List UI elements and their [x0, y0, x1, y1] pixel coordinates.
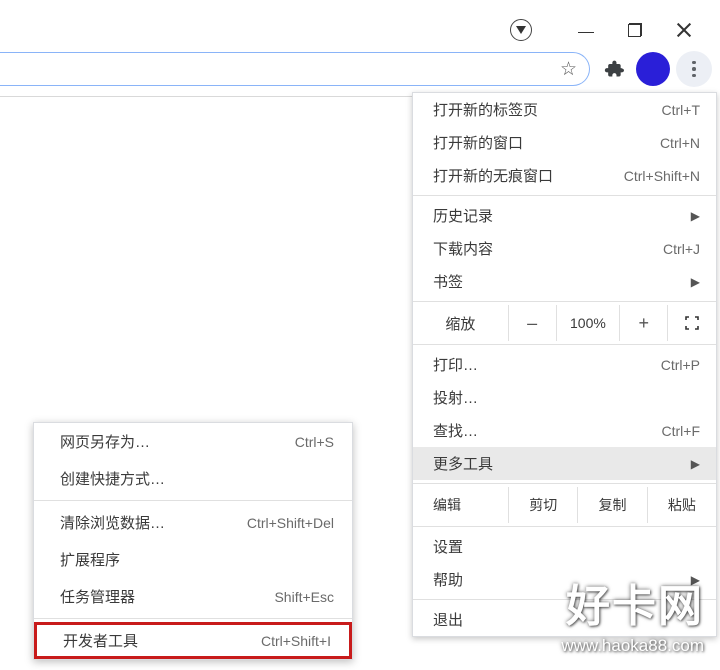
menu-label: 扩展程序	[60, 549, 334, 570]
submenu-dev-tools[interactable]: 开发者工具 Ctrl+Shift+I	[34, 622, 352, 659]
menu-label: 下载内容	[433, 238, 663, 259]
menu-shortcut: Ctrl+Shift+Del	[247, 515, 334, 531]
menu-separator	[34, 618, 352, 619]
menu-label: 打印…	[433, 354, 661, 375]
watermark: 好卡网 www.haoka88.com	[561, 570, 704, 656]
close-button[interactable]	[676, 22, 692, 38]
menu-label: 打开新的无痕窗口	[433, 165, 624, 186]
account-dropdown-icon[interactable]	[510, 19, 532, 41]
bookmark-star-icon[interactable]: ☆	[560, 58, 577, 81]
menu-shortcut: Ctrl+S	[295, 434, 334, 450]
menu-cast[interactable]: 投射…	[413, 381, 716, 414]
menu-new-tab[interactable]: 打开新的标签页 Ctrl+T	[413, 93, 716, 126]
menu-label: 清除浏览数据…	[60, 512, 247, 533]
browser-toolbar: ☆	[0, 49, 720, 89]
menu-find[interactable]: 查找… Ctrl+F	[413, 414, 716, 447]
menu-history[interactable]: 历史记录 ▶	[413, 199, 716, 232]
menu-label: 创建快捷方式…	[60, 468, 334, 489]
menu-label: 历史记录	[433, 205, 685, 226]
address-bar[interactable]: ☆	[0, 52, 590, 86]
submenu-create-shortcut[interactable]: 创建快捷方式…	[34, 460, 352, 497]
menu-separator	[413, 301, 716, 302]
menu-downloads[interactable]: 下载内容 Ctrl+J	[413, 232, 716, 265]
zoom-value: 100%	[557, 305, 621, 341]
edit-label: 编辑	[413, 487, 508, 523]
chrome-menu-button[interactable]	[676, 51, 712, 87]
menu-separator	[413, 344, 716, 345]
edit-paste[interactable]: 粘贴	[647, 487, 716, 523]
submenu-arrow-icon: ▶	[691, 275, 700, 289]
menu-separator	[413, 195, 716, 196]
menu-separator	[34, 500, 352, 501]
menu-label: 开发者工具	[63, 630, 261, 651]
menu-settings[interactable]: 设置	[413, 530, 716, 563]
window-controls	[400, 12, 720, 48]
menu-label: 投射…	[433, 387, 700, 408]
menu-bookmarks[interactable]: 书签 ▶	[413, 265, 716, 298]
extensions-icon[interactable]	[604, 59, 624, 79]
menu-label: 任务管理器	[60, 586, 274, 607]
submenu-arrow-icon: ▶	[691, 457, 700, 471]
menu-more-tools[interactable]: 更多工具 ▶	[413, 447, 716, 480]
fullscreen-button[interactable]	[668, 305, 716, 341]
watermark-url: www.haoka88.com	[561, 636, 704, 656]
submenu-clear-data[interactable]: 清除浏览数据… Ctrl+Shift+Del	[34, 504, 352, 541]
menu-new-window[interactable]: 打开新的窗口 Ctrl+N	[413, 126, 716, 159]
minimize-button[interactable]	[578, 32, 594, 34]
menu-shortcut: Ctrl+N	[660, 135, 700, 151]
menu-label: 打开新的窗口	[433, 132, 660, 153]
menu-shortcut: Ctrl+J	[663, 241, 700, 257]
menu-label: 网页另存为…	[60, 431, 295, 452]
menu-separator	[413, 526, 716, 527]
zoom-out-button[interactable]: –	[509, 305, 557, 341]
menu-print[interactable]: 打印… Ctrl+P	[413, 348, 716, 381]
menu-shortcut: Ctrl+Shift+N	[624, 168, 700, 184]
menu-label: 打开新的标签页	[433, 99, 662, 120]
edit-cut[interactable]: 剪切	[508, 487, 577, 523]
more-tools-submenu: 网页另存为… Ctrl+S 创建快捷方式… 清除浏览数据… Ctrl+Shift…	[33, 422, 353, 660]
menu-edit-row: 编辑 剪切 复制 粘贴	[413, 487, 716, 523]
submenu-save-as[interactable]: 网页另存为… Ctrl+S	[34, 423, 352, 460]
zoom-in-button[interactable]: +	[620, 305, 668, 341]
menu-shortcut: Ctrl+F	[662, 423, 701, 439]
submenu-extensions[interactable]: 扩展程序	[34, 541, 352, 578]
menu-label: 书签	[433, 271, 685, 292]
menu-separator	[413, 483, 716, 484]
profile-avatar[interactable]	[636, 52, 670, 86]
edit-copy[interactable]: 复制	[577, 487, 646, 523]
menu-new-incognito[interactable]: 打开新的无痕窗口 Ctrl+Shift+N	[413, 159, 716, 192]
menu-label: 设置	[433, 536, 700, 557]
submenu-arrow-icon: ▶	[691, 209, 700, 223]
menu-shortcut: Ctrl+Shift+I	[261, 633, 331, 649]
menu-shortcut: Ctrl+P	[661, 357, 700, 373]
chrome-main-menu: 打开新的标签页 Ctrl+T 打开新的窗口 Ctrl+N 打开新的无痕窗口 Ct…	[412, 92, 717, 637]
menu-shortcut: Ctrl+T	[662, 102, 701, 118]
submenu-task-manager[interactable]: 任务管理器 Shift+Esc	[34, 578, 352, 615]
menu-shortcut: Shift+Esc	[274, 589, 334, 605]
menu-zoom: 缩放 – 100% +	[413, 305, 716, 341]
zoom-label: 缩放	[413, 305, 509, 341]
restore-button[interactable]	[628, 23, 642, 37]
divider	[0, 96, 415, 97]
watermark-title: 好卡网	[561, 570, 704, 634]
menu-label: 查找…	[433, 420, 662, 441]
menu-label: 更多工具	[433, 453, 685, 474]
